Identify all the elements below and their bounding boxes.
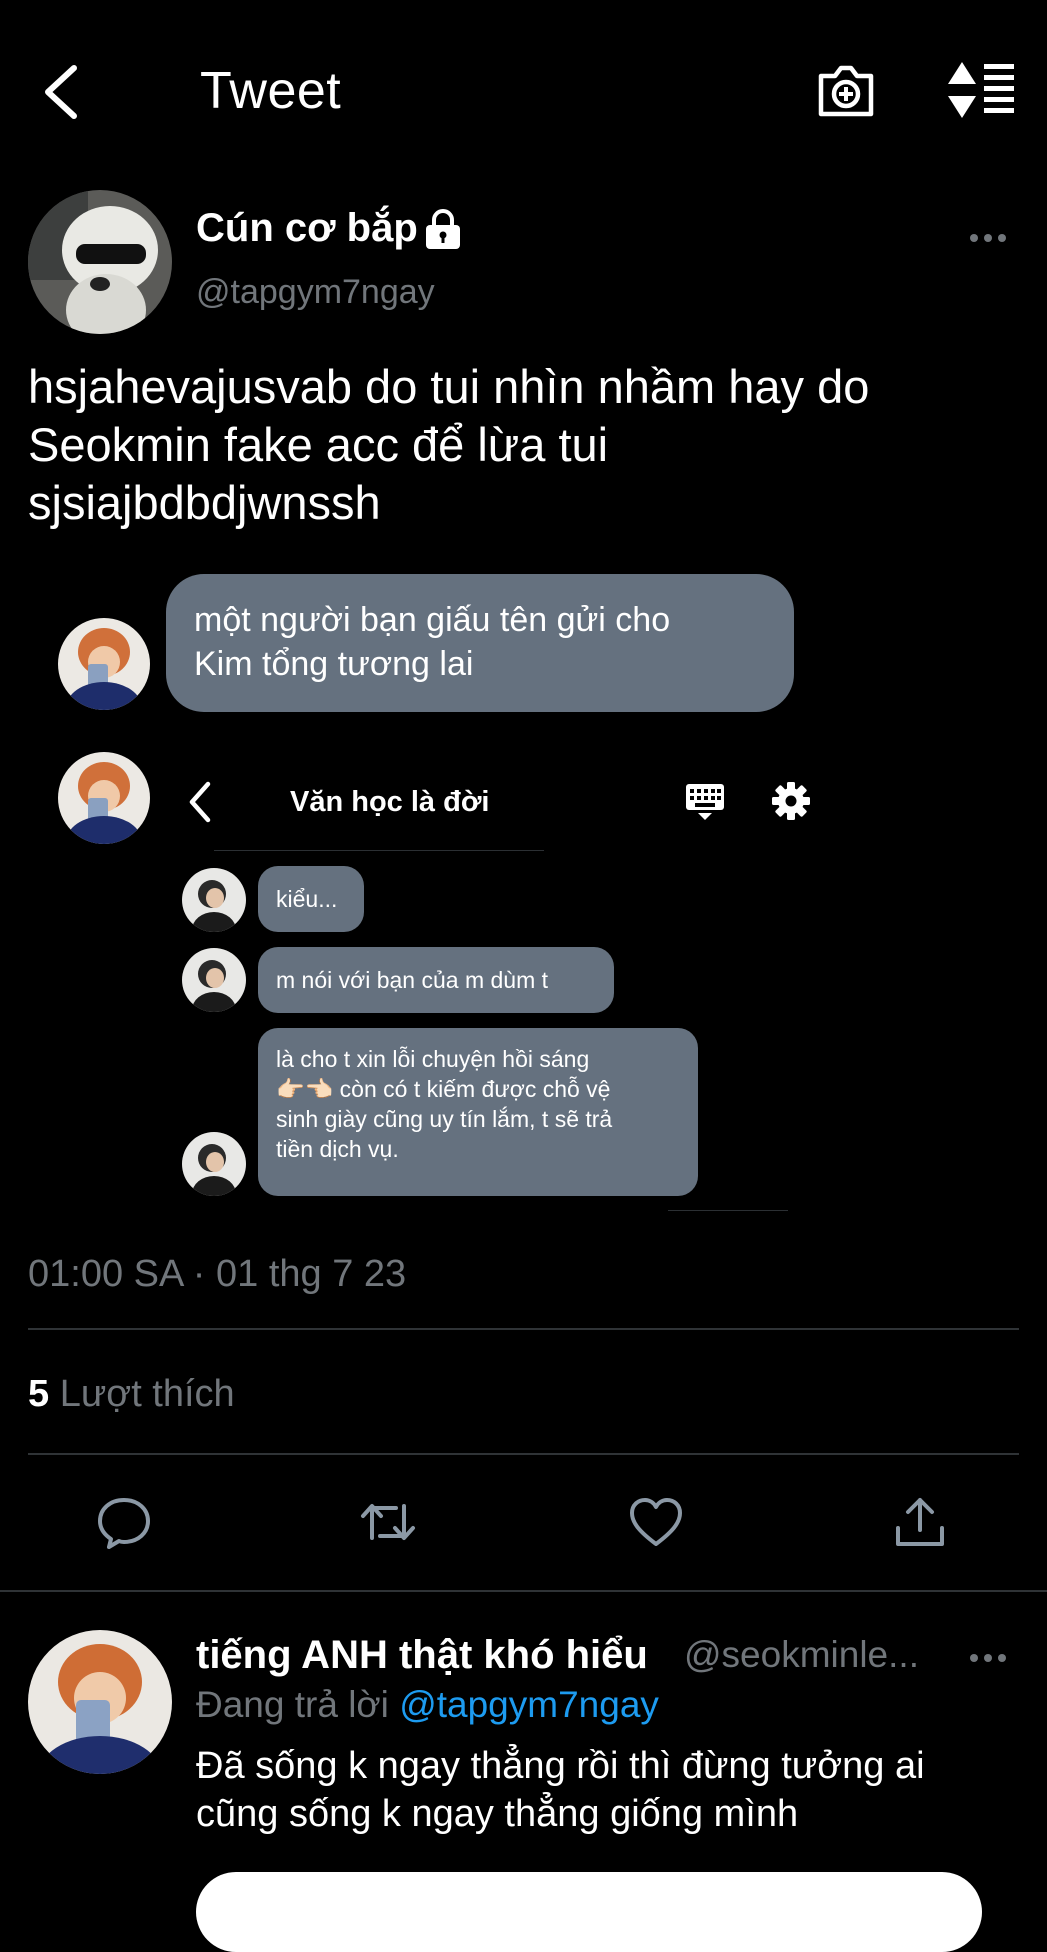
replying-to: Đang trả lời @tapgym7ngay	[196, 1680, 659, 1730]
replying-prefix: Đang trả lời	[196, 1684, 400, 1725]
sender-avatar	[58, 752, 150, 844]
chat-back-icon	[189, 781, 211, 823]
lock-icon	[426, 209, 460, 249]
chat-message: m nói với bạn của m dùm t	[258, 947, 614, 1013]
reply-avatar[interactable]	[28, 1630, 172, 1774]
more-options-icon[interactable]	[968, 224, 1008, 252]
likes-number: 5	[28, 1373, 50, 1415]
author-avatar[interactable]	[28, 190, 172, 334]
author-handle[interactable]: @tapgym7ngay	[196, 270, 435, 314]
author-name[interactable]: Cún cơ bắp	[196, 204, 418, 252]
sort-icon[interactable]	[944, 60, 1016, 120]
more-options-icon[interactable]	[968, 1644, 1008, 1672]
chat-avatar	[182, 948, 246, 1012]
like-icon[interactable]	[628, 1494, 684, 1550]
retweet-icon[interactable]	[360, 1494, 416, 1550]
message-bubble: một người bạn giấu tên gửi cho Kim tổng …	[166, 574, 794, 712]
chat-header-divider	[214, 850, 544, 851]
reply-author-name[interactable]: tiếng ANH thật khó hiểu	[196, 1630, 648, 1680]
reply-author-handle[interactable]: @seokminle...	[684, 1630, 919, 1680]
chat-message: là cho t xin lỗi chuyện hồi sáng 👉🏻👈🏻 cò…	[258, 1028, 698, 1196]
chat-avatar	[182, 1132, 246, 1196]
camera-icon[interactable]	[815, 62, 877, 120]
divider	[28, 1328, 1019, 1330]
settings-icon	[772, 782, 810, 820]
reply-media-card[interactable]	[196, 1872, 982, 1952]
share-icon[interactable]	[892, 1494, 948, 1550]
chat-avatar	[182, 868, 246, 932]
back-icon[interactable]	[40, 64, 84, 120]
tweet-text: hsjahevajusvab do tui nhìn nhầm hay do S…	[28, 360, 870, 529]
divider	[0, 1590, 1047, 1592]
divider	[28, 1453, 1019, 1455]
chat-message: kiểu...	[258, 866, 364, 932]
sender-avatar	[58, 618, 150, 710]
tweet-timestamp[interactable]: 01:00 SA · 01 thg 7 23	[28, 1250, 406, 1298]
likes-label: Lượt thích	[59, 1373, 235, 1415]
chat-bottom-divider	[668, 1210, 788, 1211]
page-title: Tweet	[200, 62, 342, 120]
mention-link[interactable]: @tapgym7ngay	[399, 1684, 659, 1725]
reply-icon[interactable]	[96, 1494, 152, 1550]
likes-count[interactable]: 5 Lượt thích	[28, 1370, 235, 1418]
chat-title: Văn học là đời	[290, 786, 490, 818]
keyboard-icon	[686, 784, 724, 820]
reply-text: Đã sống k ngay thẳng rồi thì đừng tưởng …	[196, 1745, 925, 1835]
